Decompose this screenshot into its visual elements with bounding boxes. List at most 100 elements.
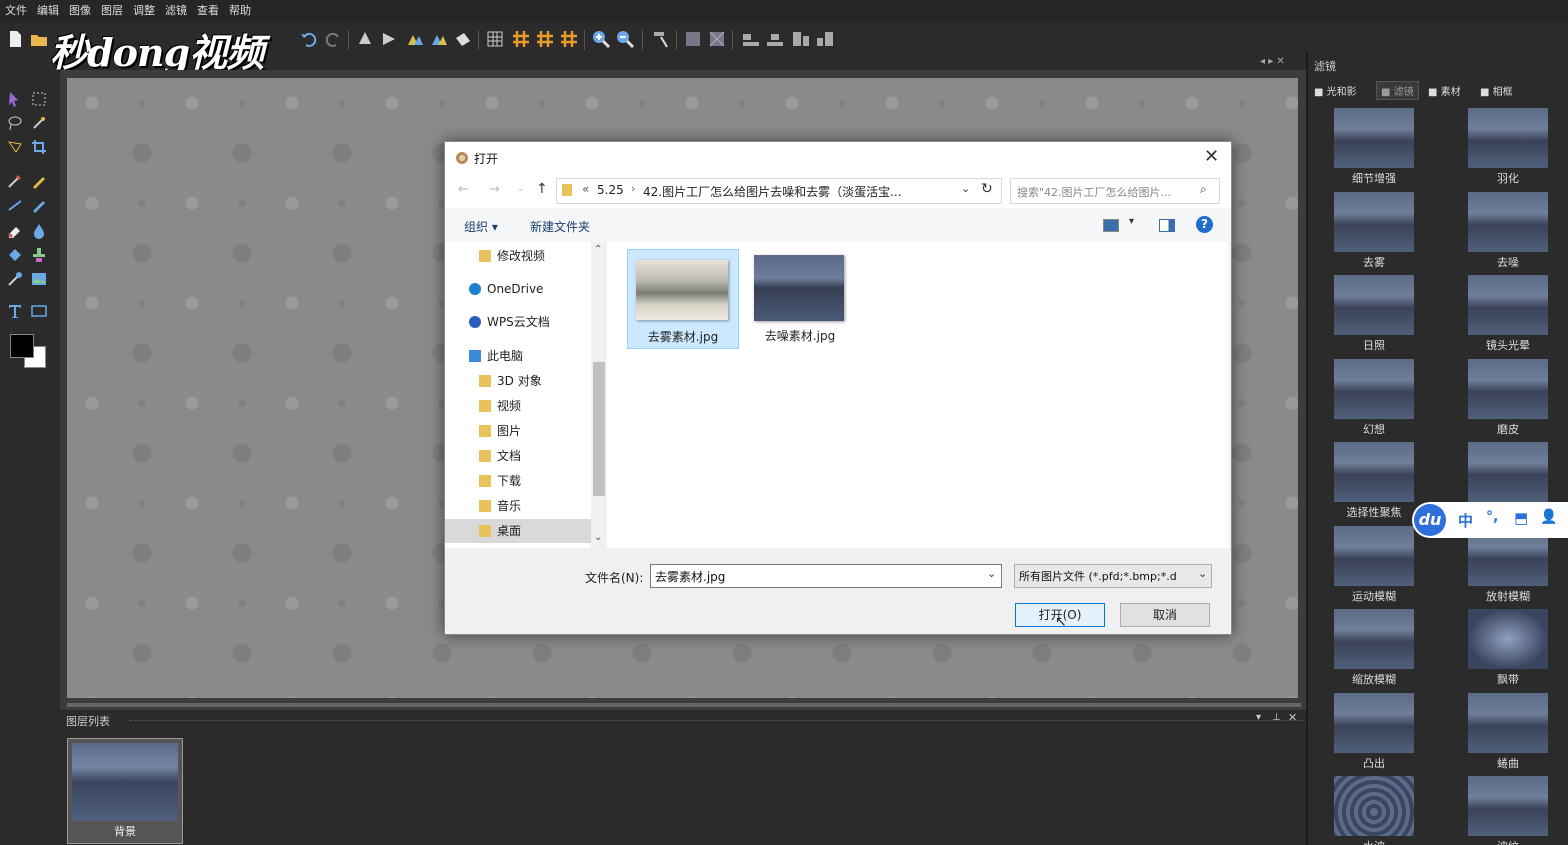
filter-tile[interactable]: 水波	[1334, 776, 1414, 845]
line-tool-icon[interactable]	[6, 196, 24, 214]
fill-tool-icon[interactable]	[6, 246, 24, 264]
search-icon[interactable]: ⌕	[1200, 182, 1207, 197]
stamp-tool-icon[interactable]	[30, 246, 48, 264]
file-item[interactable]: 去噪素材.jpg	[745, 249, 855, 347]
nav-item[interactable]: 文档	[445, 444, 591, 468]
filter-tile[interactable]: 去噪	[1468, 191, 1548, 269]
new-file-icon[interactable]	[4, 28, 26, 50]
select-tool-icon[interactable]	[650, 28, 672, 50]
filter-tile[interactable]: 凸出	[1334, 692, 1414, 770]
nav-item[interactable]: 3D 对象	[445, 369, 591, 393]
filename-field[interactable]: 去雾素材.jpg ⌄	[650, 564, 1002, 588]
filter-tile[interactable]: 日照	[1334, 275, 1414, 352]
grid-icon[interactable]	[484, 28, 506, 50]
breadcrumb-segment[interactable]: 5.25	[597, 183, 624, 197]
chevron-down-icon[interactable]: ▾	[1129, 216, 1134, 227]
filter-tile[interactable]: 去雾	[1334, 191, 1414, 269]
view-mode-icon[interactable]	[1103, 219, 1119, 232]
filter-tile[interactable]: 羽化	[1468, 108, 1548, 185]
recent-locations-icon[interactable]: ⌄	[517, 184, 525, 194]
menu-image[interactable]: 图像	[64, 0, 96, 22]
ime-punctuation-toggle[interactable]: °,	[1486, 509, 1498, 525]
nav-item[interactable]: 桌面	[445, 519, 591, 543]
breadcrumb-overflow[interactable]: «	[582, 182, 589, 196]
horizontal-scrollbar[interactable]	[67, 703, 1301, 707]
eyedropper-tool-icon[interactable]	[6, 172, 24, 190]
menu-adjust[interactable]: 调整	[128, 0, 160, 22]
address-bar[interactable]: « 5.25 › 42.图片工厂怎么给图片去噪和去雾（淡蛋活宝... ⌄ ↻	[556, 178, 1002, 204]
filter-tile[interactable]	[1468, 442, 1548, 502]
filter-tile[interactable]: 缩放模糊	[1334, 609, 1414, 686]
baidu-ime-logo[interactable]: du	[1414, 504, 1446, 536]
grid-orange-icon[interactable]	[534, 28, 556, 50]
smudge-tool-icon[interactable]	[6, 270, 24, 288]
text-tool-icon[interactable]	[6, 302, 24, 320]
filter-tile[interactable]: 蜷曲	[1468, 692, 1548, 770]
organize-button[interactable]: 组织 ▾	[464, 218, 498, 235]
tab-materials[interactable]: ■ 素材	[1428, 83, 1461, 98]
align-right-icon[interactable]	[790, 28, 812, 50]
magic-wand-tool-icon[interactable]	[30, 114, 48, 132]
filter-tile[interactable]: 波纹	[1468, 776, 1548, 845]
up-folder-icon[interactable]: ↑	[536, 181, 548, 197]
ime-mode-toggle[interactable]: 中	[1458, 510, 1473, 531]
filetype-select[interactable]: 所有图片文件 (*.pfd;*.bmp;*.d ⌄	[1014, 564, 1212, 588]
grid-orange-icon[interactable]	[510, 28, 532, 50]
blur-tool-icon[interactable]	[30, 222, 48, 240]
filter-tile[interactable]: 运动模糊	[1334, 525, 1414, 603]
refresh-icon[interactable]: ↻	[981, 181, 993, 197]
nav-item[interactable]: 图片	[445, 419, 591, 443]
filter-tile[interactable]: 幻想	[1334, 358, 1414, 436]
chevron-down-icon[interactable]: ⌄	[1198, 567, 1207, 580]
nav-item[interactable]: 修改视频	[445, 244, 591, 268]
menu-layer[interactable]: 图层	[96, 0, 128, 22]
ime-user-icon[interactable]: 👤	[1540, 509, 1557, 525]
ime-keyboard-icon[interactable]: ⬒	[1514, 509, 1528, 527]
nav-item[interactable]: 下载	[445, 469, 591, 493]
search-input[interactable]: 搜索"42.图片工厂怎么给图片... ⌕	[1010, 178, 1220, 204]
filter-tile[interactable]: 选择性聚焦	[1334, 442, 1414, 519]
nav-item[interactable]: WPS云文档	[445, 310, 591, 334]
pin-icon[interactable]: ⊥	[1272, 712, 1281, 723]
panel-menu-icon[interactable]: ▾	[1256, 712, 1261, 723]
nav-scrollbar[interactable]: ⌃ ⌄	[591, 242, 607, 548]
preview-pane-icon[interactable]	[1159, 219, 1175, 232]
filter-tile[interactable]: 镜头光晕	[1468, 275, 1548, 352]
layer-thumbnail[interactable]: 背景	[67, 738, 183, 844]
chevron-down-icon[interactable]: ⌄	[961, 182, 970, 195]
lasso-tool-icon[interactable]	[6, 114, 24, 132]
flip-horizontal-icon[interactable]	[378, 28, 400, 50]
rotate-free-icon[interactable]	[452, 28, 474, 50]
tab-filters[interactable]: ■ 滤镜	[1376, 81, 1419, 100]
rotate-right-icon[interactable]	[428, 28, 450, 50]
back-arrow-icon[interactable]: ←	[458, 182, 469, 197]
tab-frames[interactable]: ■ 相框	[1480, 83, 1513, 98]
grid-orange-icon[interactable]	[558, 28, 580, 50]
nav-item[interactable]: 此电脑	[445, 344, 591, 368]
flip-vertical-icon[interactable]	[354, 28, 376, 50]
scrollbar-thumb[interactable]	[593, 362, 605, 496]
filter-tile[interactable]: 磨皮	[1468, 358, 1548, 436]
open-folder-icon[interactable]	[28, 28, 50, 50]
zoom-in-icon[interactable]	[590, 28, 612, 50]
nav-item[interactable]: 视频	[445, 394, 591, 418]
brush-tool-icon[interactable]	[30, 196, 48, 214]
zoom-out-icon[interactable]	[614, 28, 636, 50]
scroll-up-icon[interactable]: ⌃	[594, 244, 602, 255]
panel-nav-arrows-icon[interactable]: ◂ ▸ ✕	[1260, 56, 1285, 67]
new-folder-button[interactable]: 新建文件夹	[530, 218, 590, 235]
close-icon[interactable]: ✕	[1204, 146, 1219, 167]
menu-view[interactable]: 查看	[192, 0, 224, 22]
crop-tool-icon[interactable]	[30, 138, 48, 156]
close-icon[interactable]: ✕	[1288, 711, 1297, 724]
pencil-tool-icon[interactable]	[30, 172, 48, 190]
menu-help[interactable]: 帮助	[224, 0, 256, 22]
redo-icon[interactable]	[322, 28, 344, 50]
file-item-selected[interactable]: 去雾素材.jpg	[627, 249, 739, 349]
align-center-icon[interactable]	[764, 28, 786, 50]
align-bottom-icon[interactable]	[814, 28, 836, 50]
resize-icon[interactable]	[706, 28, 728, 50]
menu-filter[interactable]: 滤镜	[160, 0, 192, 22]
foreground-color-swatch[interactable]	[10, 334, 34, 358]
nav-item[interactable]: OneDrive	[445, 277, 591, 301]
